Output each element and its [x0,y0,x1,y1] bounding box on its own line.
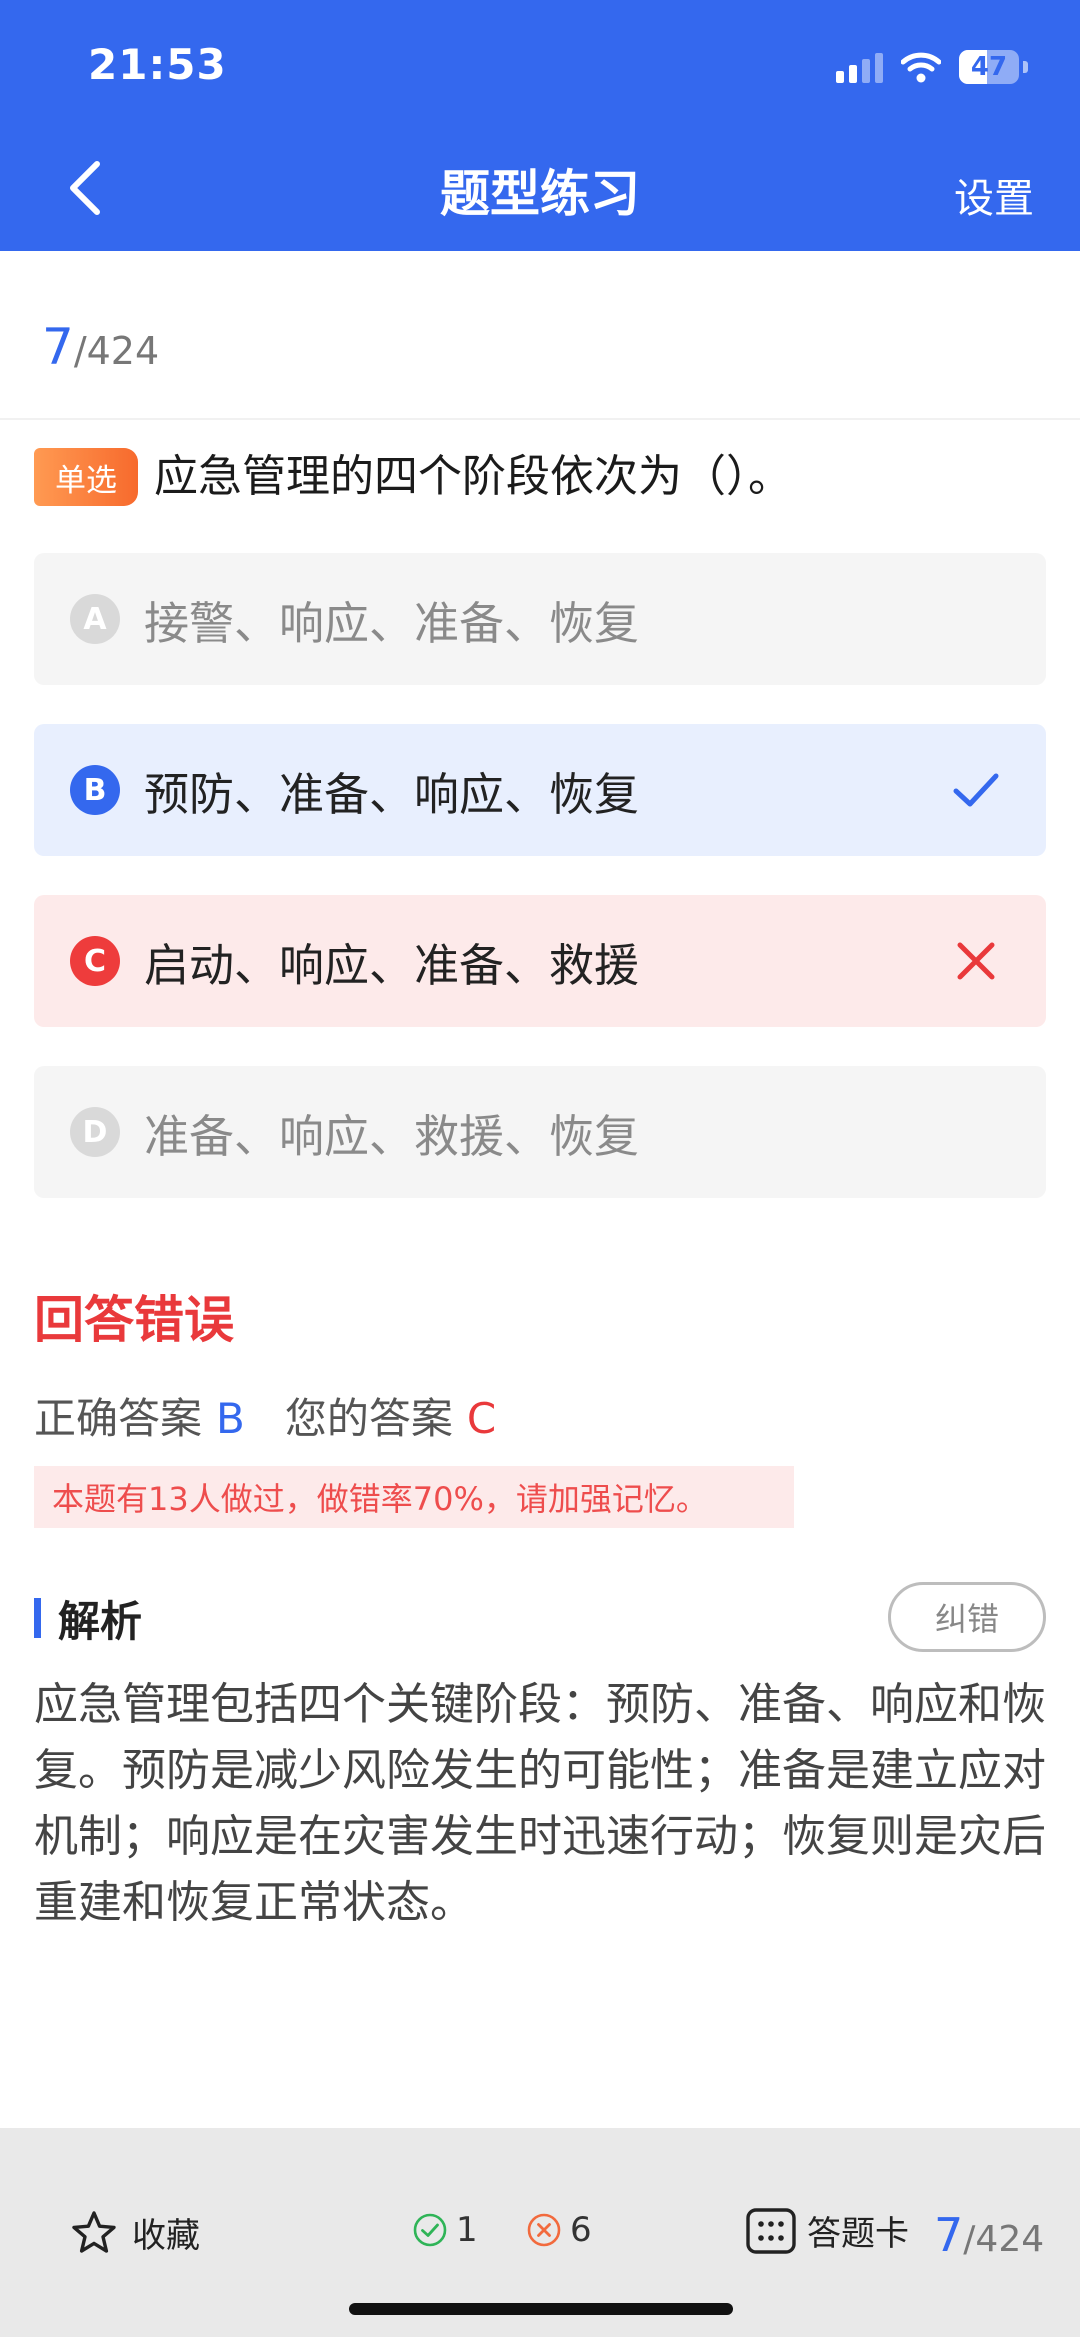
option-letter: D [70,1107,120,1157]
x-circle-icon [527,2213,561,2247]
question-progress: 7/424 [42,318,159,376]
wrong-count-value: 6 [570,2210,592,2250]
your-answer-label: 您的答案 [284,1394,453,1443]
wifi-icon [901,52,941,83]
battery-level: 47 [970,52,1008,82]
correct-answer-label: 正确答案 [34,1394,203,1443]
cross-icon [957,942,995,980]
section-accent-bar [34,1598,41,1638]
favorite-button[interactable]: 收藏 [70,2208,200,2257]
progress-current: 7 [42,318,74,376]
your-answer-value: C [466,1394,497,1443]
option-text: 准备、响应、救援、恢复 [144,1109,640,1163]
answer-card-label: 答题卡 [807,2214,909,2254]
error-rate-notice: 本题有13人做过，做错率70%，请加强记忆。 [34,1466,794,1528]
correct-count-value: 1 [456,2210,478,2250]
option-text: 启动、响应、准备、救援 [144,938,640,992]
option-letter: C [70,936,120,986]
question-text: 应急管理的四个阶段依次为（）。 [154,451,792,502]
grid-icon [746,2207,796,2254]
wrong-count: 6 [526,2210,592,2250]
option-b[interactable]: B 预防、准备、响应、恢复 [34,724,1046,856]
progress-total: /424 [73,329,160,373]
question-type-badge: 单选 [34,448,138,506]
report-error-button[interactable]: 纠错 [888,1582,1046,1652]
option-a[interactable]: A 接警、响应、准备、恢复 [34,553,1046,685]
bottom-progress-current: 7 [934,2208,964,2262]
star-icon [72,2210,116,2253]
page-title: 题型练习 [440,165,640,223]
analysis-text: 应急管理包括四个关键阶段：预防、准备、响应和恢复。预防是减少风险发生的可能性；准… [34,1679,1046,1928]
home-indicator [349,2303,733,2315]
option-letter: B [70,765,120,815]
option-letter: A [70,594,120,644]
answer-card-button[interactable]: 答题卡 [745,2206,909,2255]
checkmark-icon [953,773,999,807]
option-d[interactable]: D 准备、响应、救援、恢复 [34,1066,1046,1198]
option-text: 接警、响应、准备、恢复 [144,596,640,650]
option-c[interactable]: C 启动、响应、准备、救援 [34,895,1046,1027]
result-title: 回答错误 [34,1291,234,1349]
status-icons: 47 [836,50,1028,84]
cellular-signal-icon [836,51,883,83]
analysis-title: 解析 [58,1597,143,1646]
settings-button[interactable]: 设置 [954,166,1034,224]
answer-comparison: 正确答案 B 您的答案 C [34,1385,496,1446]
battery-icon: 47 [959,50,1019,84]
correct-answer-value: B [216,1394,245,1443]
top-header: 21:53 47 题型练习 设置 [0,0,1080,251]
correct-count: 1 [412,2210,478,2250]
bottom-progress: 7/424 [934,2208,1044,2262]
favorite-label: 收藏 [132,2216,200,2256]
divider [0,418,1080,420]
bottom-progress-total: /424 [963,2219,1045,2260]
check-circle-icon [413,2213,447,2247]
status-time: 21:53 [88,40,227,89]
option-text: 预防、准备、响应、恢复 [144,767,640,821]
